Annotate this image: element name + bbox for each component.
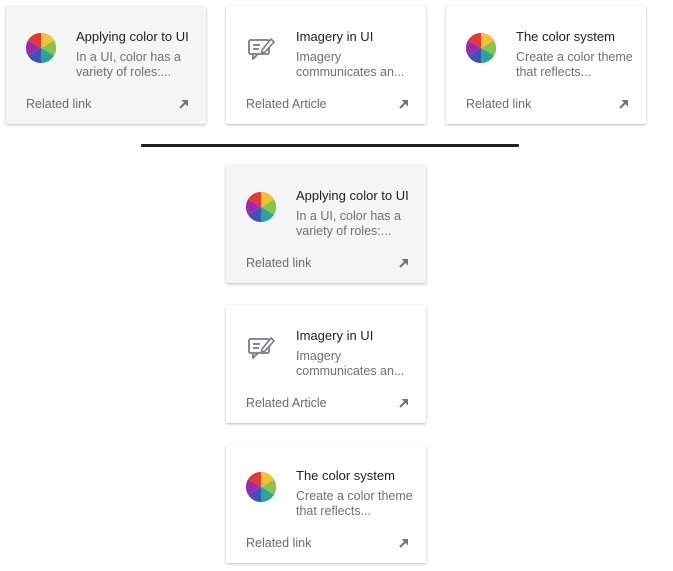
arrow-up-right-icon[interactable] — [398, 98, 410, 110]
card-description: Imagery communicates an... — [296, 349, 405, 378]
card-title: Applying color to UI — [76, 29, 189, 44]
card-title: The color system — [516, 29, 615, 44]
top-card-color-system[interactable]: The color system Create a color theme th… — [446, 6, 646, 124]
card-description: In a UI, color has a variety of roles:..… — [76, 50, 181, 79]
related-link[interactable]: Related link — [26, 96, 91, 112]
card-title: Imagery in UI — [296, 328, 374, 343]
arrow-up-right-icon[interactable] — [398, 537, 410, 549]
card-description: Create a color theme that reflects... — [296, 489, 413, 518]
card-title: Imagery in UI — [296, 29, 374, 44]
color-wheel-icon — [26, 33, 56, 63]
top-card-applying-color[interactable]: Applying color to UI In a UI, color has … — [6, 6, 206, 124]
arrow-up-right-icon[interactable] — [618, 98, 630, 110]
card-title: The color system — [296, 468, 395, 483]
stack-card-applying-color[interactable]: Applying color to UI In a UI, color has … — [226, 165, 426, 283]
related-article-link[interactable]: Related Article — [246, 395, 327, 411]
related-article-link[interactable]: Related Article — [246, 96, 327, 112]
card-title: Applying color to UI — [296, 188, 409, 203]
article-edit-icon — [246, 33, 276, 63]
card-description: Create a color theme that reflects... — [516, 50, 633, 79]
related-link[interactable]: Related link — [246, 255, 311, 271]
card-description: Imagery communicates an... — [296, 50, 405, 79]
article-edit-icon — [246, 332, 276, 362]
arrow-up-right-icon[interactable] — [398, 257, 410, 269]
stack-card-color-system[interactable]: The color system Create a color theme th… — [226, 445, 426, 563]
color-wheel-icon — [246, 472, 276, 502]
stack-card-imagery[interactable]: Imagery in UI Imagery communicates an...… — [226, 305, 426, 423]
color-wheel-icon — [466, 33, 496, 63]
divider — [141, 144, 519, 147]
arrow-up-right-icon[interactable] — [178, 98, 190, 110]
arrow-up-right-icon[interactable] — [398, 397, 410, 409]
top-card-imagery[interactable]: Imagery in UI Imagery communicates an...… — [226, 6, 426, 124]
related-link[interactable]: Related link — [466, 96, 531, 112]
related-link[interactable]: Related link — [246, 535, 311, 551]
color-wheel-icon — [246, 192, 276, 222]
card-description: In a UI, color has a variety of roles:..… — [296, 209, 401, 238]
